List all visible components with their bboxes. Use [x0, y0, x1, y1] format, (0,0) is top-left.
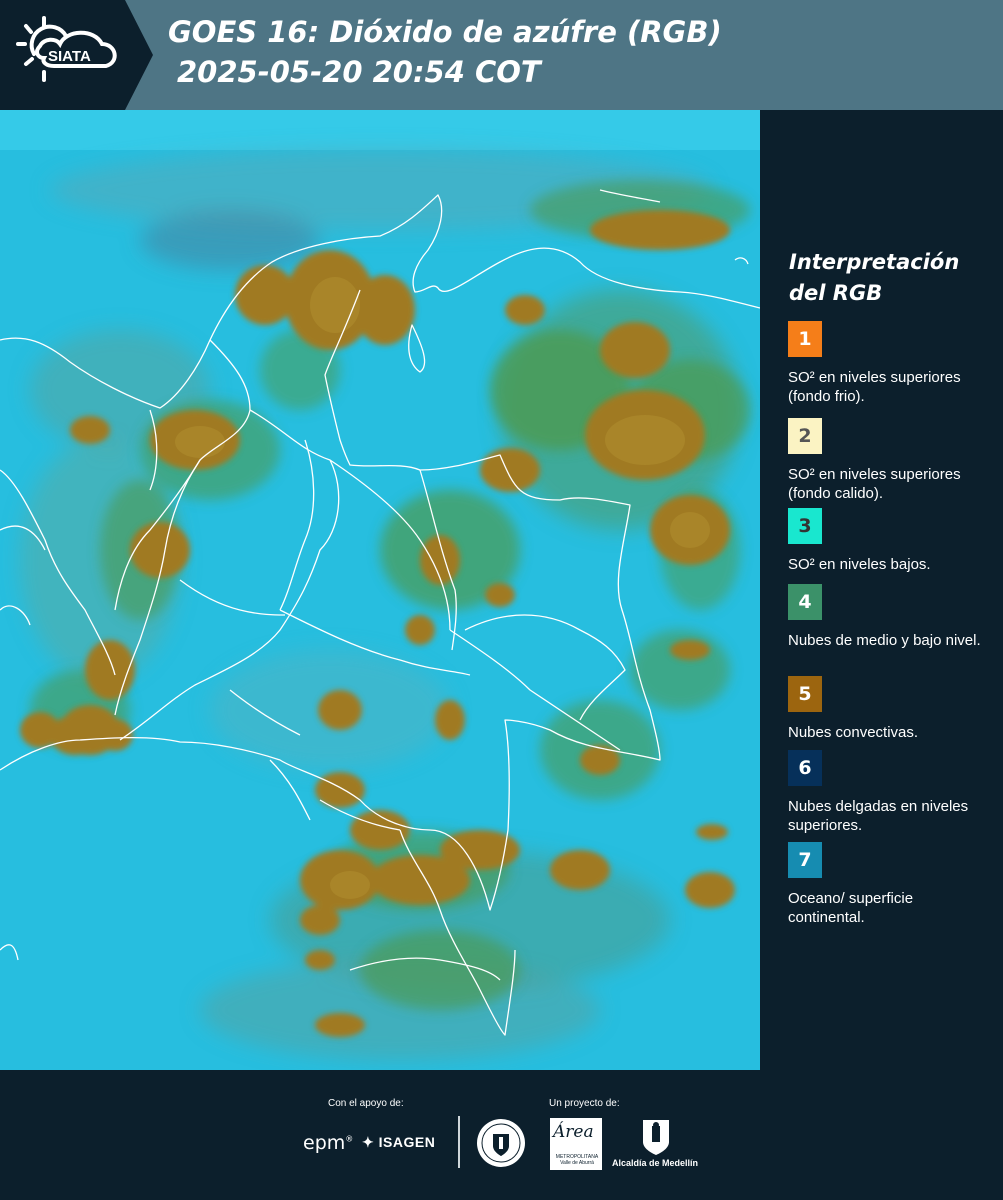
legend-item-1: 1 SO² en niveles superiores (fondo frio)… — [788, 321, 993, 406]
header: SIATA GOES 16: Dióxido de azúfre (RGB) 2… — [0, 0, 1003, 110]
timestamp: 2025-05-20 20:54 COT — [177, 55, 541, 89]
legend-number-4: 4 — [798, 591, 812, 613]
title-block: GOES 16: Dióxido de azúfre (RGB) 2025-05… — [168, 12, 722, 92]
isagen-logo: ✦ ISAGEN — [362, 1134, 436, 1150]
legend-swatch-6: 6 — [788, 750, 822, 786]
legend-label-3: SO² en niveles bajos. — [788, 556, 931, 573]
project-label: Un proyecto de: — [549, 1098, 620, 1109]
epm-logo: epm® — [303, 1132, 354, 1154]
isagen-text: ISAGEN — [378, 1134, 436, 1150]
area-logo-subtext: METROPOLITANA Valle de Aburrá — [555, 1154, 599, 1166]
legend-label-4: Nubes de medio y bajo nivel. — [788, 632, 981, 649]
legend-swatch-2: 2 — [788, 418, 822, 454]
legend-number-3: 3 — [798, 515, 812, 537]
legend-panel: Interpretación del RGB 1 SO² en niveles … — [760, 110, 1003, 1070]
legend-item-7: 7 Oceano/ superficie continental. — [788, 842, 993, 927]
legend-swatch-1: 1 — [788, 321, 822, 357]
legend-swatch-7: 7 — [788, 842, 822, 878]
legend-item-4: 4 Nubes de medio y bajo nivel. — [788, 584, 993, 650]
legend-item-2: 2 SO² en niveles superiores (fondo calid… — [788, 418, 993, 503]
legend-item-3: 3 SO² en niveles bajos. — [788, 508, 993, 574]
epm-text: epm — [303, 1132, 346, 1154]
legend-swatch-5: 5 — [788, 676, 822, 712]
alcaldia-shield-icon — [643, 1120, 669, 1155]
satellite-map[interactable] — [0, 110, 760, 1070]
legend-number-6: 6 — [798, 757, 812, 779]
logo-text: SIATA — [48, 48, 91, 65]
legend-item-6: 6 Nubes delgadas en niveles superiores. — [788, 750, 993, 835]
area-logo-text: Área — [553, 1122, 594, 1142]
legend-number-5: 5 — [798, 683, 812, 705]
legend-label-5: Nubes convectivas. — [788, 724, 919, 741]
legend-number-7: 7 — [798, 849, 812, 871]
legend-swatch-4: 4 — [788, 584, 822, 620]
siata-logo: SIATA — [14, 14, 126, 96]
legend-title: Interpretación del RGB — [789, 250, 960, 305]
medellin-seal-icon — [477, 1119, 525, 1167]
legend-label-7: Oceano/ superficie continental. — [788, 890, 914, 926]
alcaldia-text: Alcaldía de Medellín — [612, 1158, 699, 1168]
product-title: GOES 16: Dióxido de azúfre (RGB) — [168, 15, 722, 49]
satellite-image — [0, 110, 760, 1070]
legend-label-1: SO² en niveles superiores (fondo frio). — [788, 369, 961, 405]
footer: Con el apoyo de: Un proyecto de: epm® ✦ … — [0, 1070, 1003, 1200]
legend-item-5: 5 Nubes convectivas. — [788, 676, 993, 742]
legend-number-1: 1 — [798, 328, 812, 350]
legend-number-2: 2 — [798, 425, 812, 447]
footer-divider — [458, 1116, 460, 1168]
legend-label-2: SO² en niveles superiores (fondo calido)… — [788, 466, 961, 502]
support-label: Con el apoyo de: — [328, 1098, 404, 1109]
legend-swatch-3: 3 — [788, 508, 822, 544]
legend-label-6: Nubes delgadas en niveles superiores. — [788, 798, 969, 834]
